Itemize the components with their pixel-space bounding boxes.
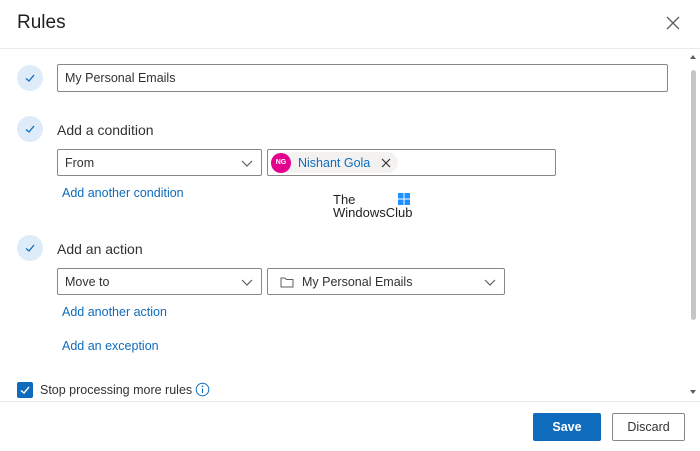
chevron-down-icon xyxy=(241,160,253,167)
folder-dropdown[interactable]: My Personal Emails xyxy=(267,268,505,295)
action-label: Add an action xyxy=(57,241,143,257)
action-value: Move to xyxy=(65,274,110,289)
checkmark-icon xyxy=(25,125,35,133)
scrollbar-thumb[interactable] xyxy=(691,70,696,320)
person-name: Nishant Gola xyxy=(298,155,371,170)
stop-processing-label: Stop processing more rules xyxy=(40,383,193,397)
step-condition-check xyxy=(17,116,43,142)
header-divider xyxy=(0,48,700,49)
condition-label: Add a condition xyxy=(57,122,154,138)
chevron-down-icon xyxy=(484,279,496,286)
checkmark-icon xyxy=(25,74,35,82)
rules-dialog: Rules My Personal Emails Add a condition… xyxy=(0,0,700,451)
checkmark-icon xyxy=(20,386,30,394)
rule-name-value: My Personal Emails xyxy=(65,71,176,85)
chevron-down-icon xyxy=(241,279,253,286)
person-chip[interactable]: NG Nishant Gola xyxy=(271,152,399,173)
remove-person-button[interactable] xyxy=(380,157,392,169)
add-another-condition-link[interactable]: Add another condition xyxy=(62,186,184,200)
discard-button[interactable]: Discard xyxy=(612,413,685,441)
info-icon[interactable] xyxy=(195,382,210,397)
watermark-logo-icon xyxy=(398,193,410,205)
scroll-down-arrow-icon[interactable] xyxy=(689,388,697,396)
remove-icon xyxy=(381,158,391,167)
folder-value: My Personal Emails xyxy=(302,274,413,289)
add-exception-link[interactable]: Add an exception xyxy=(62,339,159,353)
step-name-check xyxy=(17,65,43,91)
watermark-line-2: WindowsClub xyxy=(333,205,413,220)
footer-divider xyxy=(0,401,700,402)
avatar: NG xyxy=(271,152,291,173)
dialog-title: Rules xyxy=(17,12,66,33)
condition-field-value: From xyxy=(65,155,95,170)
close-button[interactable] xyxy=(664,14,682,32)
save-button[interactable]: Save xyxy=(533,413,601,441)
checkmark-icon xyxy=(25,244,35,252)
scroll-up-arrow-icon[interactable] xyxy=(689,53,697,61)
add-another-action-link[interactable]: Add another action xyxy=(62,305,167,319)
condition-field-dropdown[interactable]: From xyxy=(57,149,262,176)
condition-people-picker[interactable]: NG Nishant Gola xyxy=(267,149,556,176)
step-action-check xyxy=(17,235,43,261)
action-dropdown[interactable]: Move to xyxy=(57,268,262,295)
close-icon xyxy=(666,16,680,30)
stop-processing-checkbox[interactable] xyxy=(17,382,33,398)
rule-name-input[interactable]: My Personal Emails xyxy=(57,64,668,92)
folder-icon xyxy=(280,277,294,287)
